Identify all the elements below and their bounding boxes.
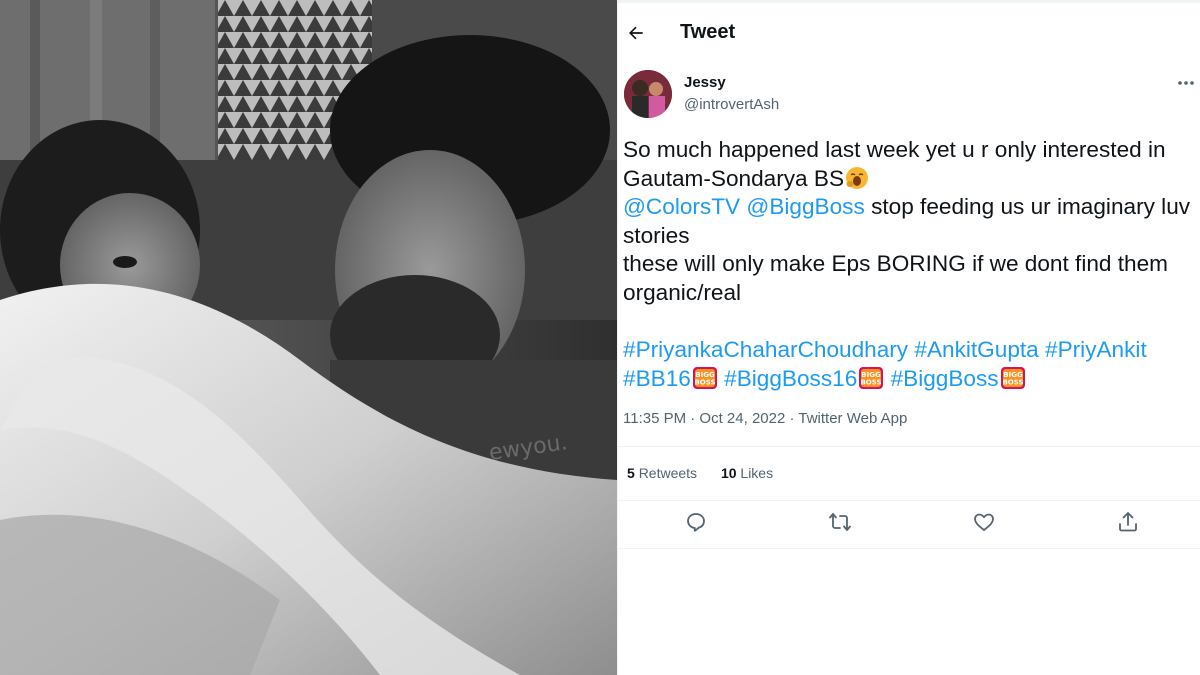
page-title: Tweet xyxy=(680,21,736,43)
tweet-line-text: stop feeding us ur imaginary luv xyxy=(871,194,1191,220)
logo-text: BOSS xyxy=(1002,378,1023,386)
tweet-line: stories xyxy=(623,222,690,248)
tweet-line: organic/real xyxy=(623,279,742,305)
hashtag-link[interactable]: #PriyAnkit xyxy=(1045,337,1147,362)
mention-link[interactable]: @BiggBoss xyxy=(746,194,864,219)
tweet-line: So much happened last week yet u r only … xyxy=(623,137,1166,162)
hashtag-link[interactable]: #PriyankaChaharChoudhary xyxy=(623,337,908,362)
hashtag-link[interactable]: #BB16 xyxy=(623,366,691,391)
tweet-stats: 5 Retweets 10 Likes xyxy=(627,465,793,481)
yawning-face-icon xyxy=(846,166,869,189)
divider xyxy=(618,500,1200,501)
share-icon[interactable] xyxy=(1116,510,1140,534)
tweet-photo: ewyou. xyxy=(0,0,617,675)
hashtag-line: #PriyankaChaharChoudhary #AnkitGupta #Pr… xyxy=(623,336,1198,365)
avatar[interactable] xyxy=(624,70,672,118)
retweet-icon[interactable] xyxy=(828,510,852,534)
retweets-stat[interactable]: 5 Retweets xyxy=(627,465,697,481)
bigg-boss-logo-icon: BIGGBOSS xyxy=(859,366,884,389)
divider xyxy=(618,446,1200,447)
tweet-line: Gautam-Sondarya BS xyxy=(623,165,1198,194)
hashtag-link[interactable]: #AnkitGupta xyxy=(914,337,1038,362)
retweets-label: Retweets xyxy=(638,465,698,481)
retweets-count: 5 xyxy=(627,465,635,481)
logo-text: BOSS xyxy=(861,378,882,386)
logo-text: BOSS xyxy=(694,378,715,386)
tweet-line: these will only make Eps BORING if we do… xyxy=(623,251,1168,277)
arrow-left-icon[interactable] xyxy=(626,23,646,43)
likes-label: Likes xyxy=(740,465,774,481)
hashtag-line: #BB16 BIGG BOSS #BiggBoss16 BIGG BOSS #BiggB… xyxy=(623,365,1198,394)
hashtag-link[interactable]: #BiggBoss xyxy=(891,366,999,391)
tweet-panel: Tweet Jessy @introvertAsh So much happen… xyxy=(617,0,1200,675)
bigg-boss-logo-icon: BIGGBOSS xyxy=(1000,366,1025,389)
author-handle[interactable]: @introvertAsh xyxy=(684,96,779,113)
like-icon[interactable] xyxy=(972,510,996,534)
more-icon[interactable] xyxy=(1176,76,1196,90)
tweet-header: Tweet xyxy=(618,0,1200,64)
tweet-line: @ColorsTV @BiggBoss stop feeding us ur i… xyxy=(623,193,1198,222)
avatar-image xyxy=(624,70,672,118)
tweet-line-text: Gautam-Sondarya BS xyxy=(623,165,845,191)
tweet-text: So much happened last week yet u r only … xyxy=(623,136,1198,393)
likes-count: 10 xyxy=(720,465,737,481)
mention-link[interactable]: @ColorsTV xyxy=(623,194,740,219)
bigg-boss-logo-icon: BIGGBOSS xyxy=(692,366,717,389)
couple-photo-image: ewyou. xyxy=(0,0,617,675)
hashtag-link[interactable]: #BiggBoss16 xyxy=(724,366,857,391)
reply-icon[interactable] xyxy=(684,510,708,534)
tweet-timestamp[interactable]: 11:35 PM · Oct 24, 2022 · Twitter Web Ap… xyxy=(623,410,907,427)
likes-stat[interactable]: 10 Likes xyxy=(721,465,773,481)
tweet-actions xyxy=(618,510,1200,540)
divider xyxy=(618,548,1200,549)
author-name[interactable]: Jessy xyxy=(684,74,726,91)
